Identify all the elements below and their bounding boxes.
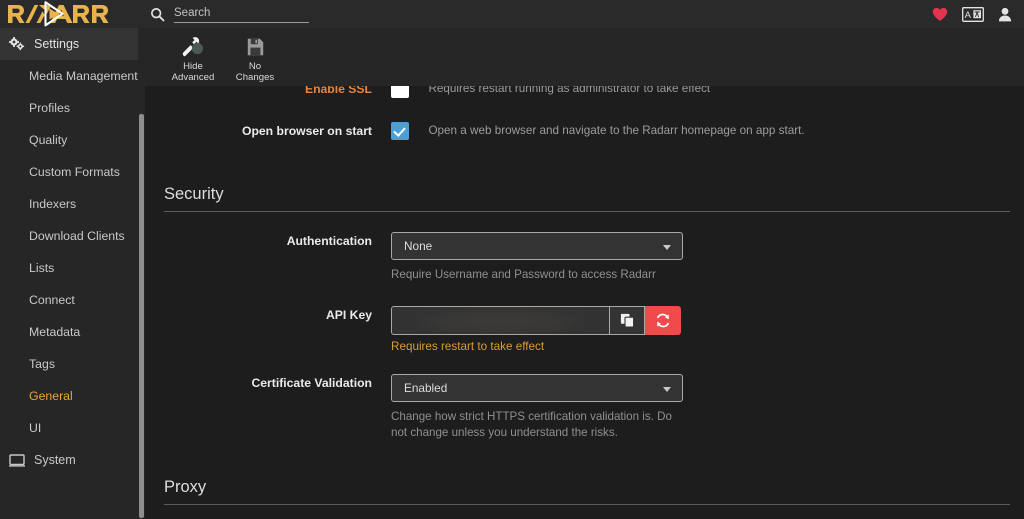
api-key-warning: Requires restart to take effect: [391, 340, 545, 353]
certificate-validation-help: Change how strict HTTPS certification va…: [391, 410, 672, 439]
api-key-group: [391, 306, 1024, 335]
donate-heart-icon[interactable]: [932, 7, 948, 22]
hide-advanced-button[interactable]: Hide Advanced: [162, 33, 224, 83]
hide-advanced-label-line1: Hide: [183, 61, 203, 72]
search-input[interactable]: [174, 5, 309, 23]
app-header: A: [0, 0, 1024, 28]
sidebar-item-general[interactable]: General: [0, 380, 145, 412]
row-enable-ssl: Enable SSL Requires restart running as a…: [145, 86, 1024, 98]
gears-icon: [9, 37, 25, 51]
radarr-settings-general-page: A: [0, 0, 1024, 519]
sidebar-scrollbar-track[interactable]: [138, 28, 145, 519]
sidebar-section-settings[interactable]: Settings: [0, 28, 145, 60]
sidebar-scrollbar-thumb[interactable]: [139, 114, 144, 518]
sidebar-item-media-management[interactable]: Media Management: [0, 60, 145, 92]
sidebar-item-system[interactable]: System: [0, 444, 145, 476]
api-key-copy-button[interactable]: [609, 306, 645, 335]
page-toolbar: Hide Advanced No Changes: [145, 28, 1024, 86]
enable-ssl-label: Enable SSL: [304, 86, 372, 96]
security-divider: [164, 211, 1010, 212]
row-api-key: API Key Requires restart to take effect: [145, 306, 1024, 353]
certificate-validation-value: Enabled: [404, 381, 448, 395]
api-key-input[interactable]: [391, 306, 609, 335]
sidebar-system-label: System: [34, 453, 76, 467]
chevron-down-icon: [663, 387, 671, 392]
authentication-value: None: [404, 239, 433, 253]
search-icon: [151, 7, 165, 21]
save-changes-button[interactable]: No Changes: [224, 33, 286, 83]
security-section: Security: [145, 185, 1024, 212]
sidebar-item-tags[interactable]: Tags: [0, 348, 145, 380]
api-key-redaction-blur: [392, 307, 609, 334]
sidebar-section-label: Settings: [34, 37, 80, 51]
sidebar-item-lists[interactable]: Lists: [0, 252, 145, 284]
open-browser-hint: Open a web browser and navigate to the R…: [428, 124, 805, 137]
security-heading: Security: [164, 185, 224, 203]
sidebar-item-connect[interactable]: Connect: [0, 284, 145, 316]
radarr-logo[interactable]: [0, 0, 145, 28]
api-key-regenerate-button[interactable]: [645, 306, 681, 335]
certificate-validation-label: Certificate Validation: [251, 376, 372, 390]
proxy-divider: [164, 504, 1010, 505]
enable-ssl-hint: Requires restart running as administrato…: [428, 86, 711, 95]
advanced-toggle-icon: [182, 36, 204, 58]
open-browser-label: Open browser on start: [241, 124, 372, 138]
settings-form-scroll-area[interactable]: Enable SSL Requires restart running as a…: [145, 86, 1024, 519]
sidebar-item-custom-formats[interactable]: Custom Formats: [0, 156, 145, 188]
certificate-validation-select[interactable]: Enabled: [391, 374, 683, 402]
global-search[interactable]: [150, 2, 309, 26]
sidebar-item-quality[interactable]: Quality: [0, 124, 145, 156]
radarr-play-logo: [8, 1, 109, 27]
authentication-help: Require Username and Password to access …: [391, 268, 656, 281]
authentication-select[interactable]: None: [391, 232, 683, 260]
proxy-section: Proxy: [145, 478, 1024, 505]
monitor-icon: [9, 453, 25, 467]
svg-text:A: A: [965, 10, 972, 21]
sidebar-item-profiles[interactable]: Profiles: [0, 92, 145, 124]
sidebar-item-indexers[interactable]: Indexers: [0, 188, 145, 220]
copy-icon: [620, 313, 634, 328]
save-changes-label-line1: No: [248, 61, 262, 72]
sidebar-item-ui[interactable]: UI: [0, 412, 145, 444]
sidebar-item-download-clients[interactable]: Download Clients: [0, 220, 145, 252]
row-certificate-validation: Certificate Validation Enabled Change ho…: [145, 374, 1024, 441]
save-floppy-icon: [247, 36, 264, 58]
sidebar-item-metadata[interactable]: Metadata: [0, 316, 145, 348]
proxy-heading: Proxy: [164, 478, 207, 496]
save-changes-label-line2: Changes: [235, 72, 275, 83]
header-actions: A: [932, 6, 1024, 22]
chevron-down-icon: [663, 245, 671, 250]
row-authentication: Authentication None Require Username and…: [145, 232, 1024, 283]
account-icon[interactable]: [998, 7, 1012, 22]
enable-ssl-checkbox[interactable]: [391, 86, 409, 98]
hide-advanced-label-line2: Advanced: [171, 72, 215, 83]
row-open-browser-on-start: Open browser on start Open a web browser…: [145, 122, 1024, 140]
translate-icon[interactable]: A: [962, 6, 984, 22]
open-browser-checkbox[interactable]: [391, 122, 409, 140]
refresh-icon: [657, 313, 669, 328]
api-key-label: API Key: [325, 308, 372, 322]
authentication-label: Authentication: [286, 234, 372, 248]
sidebar-nav: Settings Media Management Profiles Quali…: [0, 28, 145, 519]
